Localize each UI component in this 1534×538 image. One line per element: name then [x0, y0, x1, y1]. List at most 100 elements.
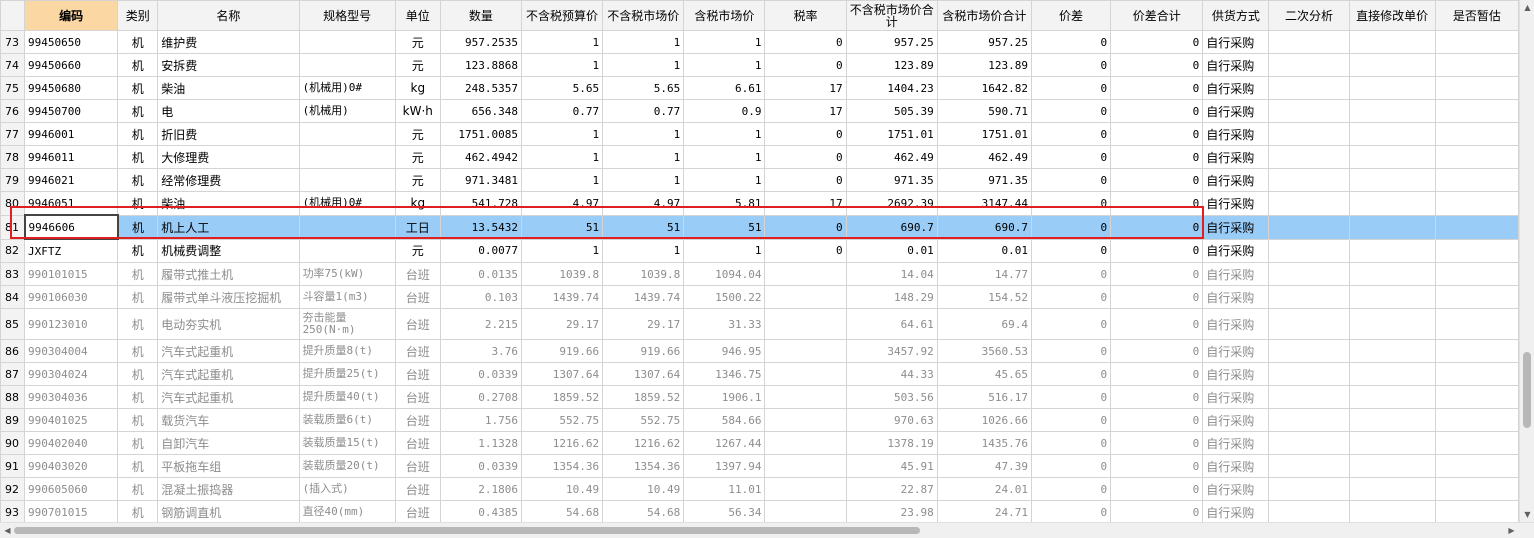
cell-price-diff-total[interactable]: 0 — [1110, 191, 1204, 216]
cell-supply-method[interactable]: 自行采购 — [1202, 308, 1270, 340]
cell-direct-edit-price[interactable] — [1348, 339, 1436, 363]
cell-tax-rate[interactable] — [764, 454, 847, 478]
cell-budget-price[interactable]: 1 — [520, 168, 604, 192]
cell-market-total-tax[interactable]: 24.71 — [936, 500, 1032, 522]
cell-market-price[interactable]: 1 — [602, 53, 685, 77]
cell-unit[interactable]: 台班 — [394, 285, 441, 309]
cell-unit[interactable]: 元 — [394, 168, 441, 192]
cell-direct-edit-price[interactable] — [1348, 145, 1436, 169]
cell-category[interactable]: 机 — [117, 53, 159, 77]
cell-spec[interactable] — [298, 30, 396, 54]
cell-price-diff[interactable]: 0 — [1030, 99, 1112, 123]
cell-secondary-analysis[interactable] — [1268, 214, 1350, 240]
cell-unit[interactable]: 工日 — [394, 214, 441, 240]
table-row[interactable]: 75 99450680 机柴油 (机械用)0# kg 248.5357 5.65 5.65 6.… — [0, 76, 1519, 100]
cell-market-total-tax[interactable]: 690.7 — [936, 214, 1032, 240]
cell-market-price[interactable]: 1859.52 — [602, 385, 685, 409]
cell-price-diff[interactable]: 0 — [1030, 285, 1112, 309]
cell-budget-price[interactable]: 1307.64 — [520, 362, 604, 386]
cell-category[interactable]: 机 — [117, 454, 159, 478]
col-header-supply-method[interactable]: 供货方式 — [1202, 0, 1270, 31]
cell-name[interactable]: 汽车式起重机 — [157, 339, 300, 363]
cell-direct-edit-price[interactable] — [1348, 308, 1436, 340]
cell-provisional[interactable] — [1434, 477, 1519, 501]
cell-market-total[interactable]: 1404.23 — [845, 76, 938, 100]
cell-budget-price[interactable]: 1439.74 — [520, 285, 604, 309]
horizontal-scrollbar[interactable]: ◀ ▶ — [0, 522, 1534, 538]
cell-market-total[interactable]: 14.04 — [845, 262, 938, 286]
cell-name[interactable]: 汽车式起重机 — [157, 362, 300, 386]
cell-secondary-analysis[interactable] — [1268, 339, 1350, 363]
cell-price-diff[interactable]: 0 — [1030, 122, 1112, 146]
cell-name[interactable]: 折旧费 — [157, 122, 300, 146]
cell-price-diff[interactable]: 0 — [1030, 454, 1112, 478]
cell-market-total[interactable]: 970.63 — [845, 408, 938, 432]
row-number[interactable]: 87 — [0, 362, 26, 386]
cell-secondary-analysis[interactable] — [1268, 362, 1350, 386]
cell-category[interactable]: 机 — [117, 30, 159, 54]
cell-spec[interactable]: 装载质量15(t) — [298, 431, 396, 455]
cell-price-diff[interactable]: 0 — [1030, 431, 1112, 455]
cell-spec[interactable] — [298, 168, 396, 192]
cell-secondary-analysis[interactable] — [1268, 145, 1350, 169]
cell-price-diff[interactable]: 0 — [1030, 214, 1112, 240]
cell-market-price-tax[interactable]: 6.61 — [683, 76, 766, 100]
cell-code[interactable]: 990403020 — [24, 454, 119, 478]
cell-code[interactable]: 990605060 — [24, 477, 119, 501]
cell-budget-price[interactable]: 1 — [520, 145, 604, 169]
cell-unit[interactable]: 台班 — [394, 339, 441, 363]
cell-tax-rate[interactable] — [764, 339, 847, 363]
cell-category[interactable]: 机 — [117, 285, 159, 309]
cell-secondary-analysis[interactable] — [1268, 53, 1350, 77]
cell-market-total[interactable]: 123.89 — [845, 53, 938, 77]
table-row[interactable]: 80 9946051 机柴油 (机械用)0# kg 541.728 4.97 4.97 5.81… — [0, 191, 1519, 216]
cell-market-price-tax[interactable]: 1500.22 — [683, 285, 766, 309]
cell-category[interactable]: 机 — [117, 500, 159, 522]
cell-direct-edit-price[interactable] — [1348, 238, 1436, 263]
cell-price-diff[interactable]: 0 — [1030, 30, 1112, 54]
cell-name[interactable]: 履带式推土机 — [157, 262, 300, 286]
cell-market-total-tax[interactable]: 123.89 — [936, 53, 1032, 77]
cell-spec[interactable]: 直径40(mm) — [298, 500, 396, 522]
cell-spec[interactable]: (插入式) — [298, 477, 396, 501]
cell-budget-price[interactable]: 54.68 — [520, 500, 604, 522]
cell-market-price-tax[interactable]: 1346.75 — [683, 362, 766, 386]
cell-market-price-tax[interactable]: 31.33 — [683, 308, 766, 340]
cell-spec[interactable]: (机械用)0# — [298, 76, 396, 100]
cell-supply-method[interactable]: 自行采购 — [1202, 454, 1270, 478]
cell-price-diff-total[interactable]: 0 — [1110, 262, 1204, 286]
row-number[interactable]: 88 — [0, 385, 26, 409]
cell-price-diff[interactable]: 0 — [1030, 408, 1112, 432]
cell-provisional[interactable] — [1434, 339, 1519, 363]
cell-market-price-tax[interactable]: 946.95 — [683, 339, 766, 363]
cell-market-total[interactable]: 503.56 — [845, 385, 938, 409]
cell-quantity[interactable]: 2.215 — [439, 308, 522, 340]
col-header-price-diff[interactable]: 价差 — [1030, 0, 1112, 31]
row-number[interactable]: 89 — [0, 408, 26, 432]
cell-market-total[interactable]: 64.61 — [845, 308, 938, 340]
cell-provisional[interactable] — [1434, 454, 1519, 478]
cell-spec[interactable]: 装载质量6(t) — [298, 408, 396, 432]
cell-tax-rate[interactable]: 0 — [764, 238, 847, 263]
cell-spec[interactable] — [298, 238, 396, 263]
cell-unit[interactable]: 台班 — [394, 308, 441, 340]
cell-direct-edit-price[interactable] — [1348, 122, 1436, 146]
cell-secondary-analysis[interactable] — [1268, 99, 1350, 123]
cell-direct-edit-price[interactable] — [1348, 431, 1436, 455]
cell-quantity[interactable]: 1751.0085 — [439, 122, 522, 146]
cell-name[interactable]: 机上人工 — [157, 214, 300, 240]
table-row[interactable]: 79 9946021 机经常修理费元 971.3481 1 1 1 0 971.35 971.35… — [0, 168, 1519, 192]
cell-spec[interactable]: 装载质量20(t) — [298, 454, 396, 478]
cell-price-diff-total[interactable]: 0 — [1110, 308, 1204, 340]
cell-market-total-tax[interactable]: 47.39 — [936, 454, 1032, 478]
cell-quantity[interactable]: 971.3481 — [439, 168, 522, 192]
cell-budget-price[interactable]: 1354.36 — [520, 454, 604, 478]
cell-code[interactable]: 99450650 — [24, 30, 119, 54]
cell-market-total-tax[interactable]: 14.77 — [936, 262, 1032, 286]
cell-tax-rate[interactable]: 17 — [764, 76, 847, 100]
cell-code[interactable]: 9946606 — [23, 214, 119, 240]
cell-price-diff-total[interactable]: 0 — [1110, 30, 1204, 54]
table-row[interactable]: 82 JXFTZ 机机械费调整元 0.0077 1 1 1 0 0.01 0.01 0 0 自行采购 — [0, 238, 1519, 263]
row-number[interactable]: 80 — [0, 191, 26, 216]
cell-provisional[interactable] — [1434, 122, 1519, 146]
